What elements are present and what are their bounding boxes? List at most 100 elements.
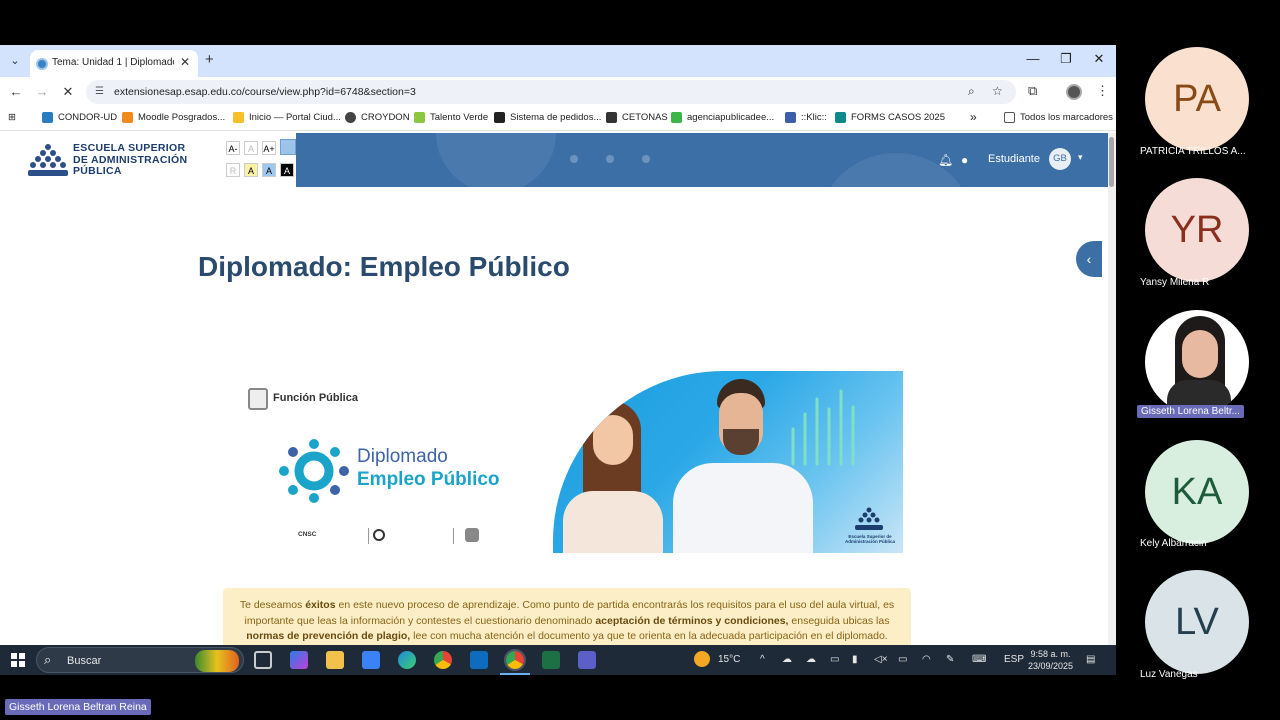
- agency-logo-icon: [373, 529, 385, 541]
- participant-avatar[interactable]: YR: [1145, 178, 1249, 282]
- active-tab[interactable]: Tema: Unidad 1 | Diplomado: E ✕: [30, 50, 198, 77]
- bookmarks-bar: ⊞ CONDOR-UD Moodle Posgrados... Inicio —…: [0, 107, 1116, 131]
- keyboard-icon[interactable]: ⌨: [972, 654, 986, 665]
- apps-icon[interactable]: ⊞: [8, 112, 16, 123]
- store-icon[interactable]: [362, 651, 380, 669]
- weather-icon[interactable]: [694, 651, 710, 667]
- onedrive-business-icon[interactable]: ☁: [806, 654, 816, 665]
- pen-icon[interactable]: ✎: [946, 654, 954, 665]
- window-close-icon[interactable]: ✕: [1089, 51, 1109, 67]
- device-icon[interactable]: ▭: [830, 654, 839, 665]
- more-bookmarks-icon[interactable]: »: [970, 110, 977, 124]
- battery-icon[interactable]: ▭: [898, 654, 907, 665]
- welcome-notice: Te deseamos éxitos en este nuevo proceso…: [223, 588, 911, 645]
- esap-caption: Escuela Superior de Administración Públic…: [845, 534, 896, 544]
- participant-avatar[interactable]: LV: [1145, 570, 1249, 674]
- outlook-icon[interactable]: [470, 651, 488, 669]
- user-avatar[interactable]: GB: [1049, 148, 1071, 170]
- chrome-profile-icon[interactable]: [504, 649, 526, 671]
- bookmark-condor[interactable]: CONDOR-UD: [42, 112, 117, 123]
- search-icon: ⌕: [44, 652, 52, 667]
- coat-of-arms-icon: [248, 388, 268, 410]
- screen: ⌄ Tema: Unidad 1 | Diplomado: E ✕ + — ❐ …: [0, 0, 1280, 720]
- bookmark-croydon[interactable]: CROYDON: [345, 112, 410, 123]
- tab-close-icon[interactable]: ✕: [180, 55, 190, 69]
- onedrive-icon[interactable]: ☁: [782, 654, 792, 665]
- chevron-down-icon[interactable]: ▾: [1078, 152, 1083, 163]
- bookmark-agencia[interactable]: agenciapublicadee...: [671, 112, 774, 123]
- forward-icon[interactable]: →: [34, 84, 50, 99]
- active-app-indicator: [500, 673, 530, 675]
- page-title: Diplomado: Empleo Público: [198, 251, 570, 282]
- copilot-icon[interactable]: [290, 651, 308, 669]
- minimize-icon[interactable]: —: [1023, 51, 1043, 66]
- font-increase-button[interactable]: A+: [262, 141, 276, 155]
- bookmark-pedidos[interactable]: Sistema de pedidos...: [494, 112, 601, 123]
- font-reset-button[interactable]: A: [244, 141, 258, 155]
- bookmark-moodle[interactable]: Moodle Posgrados...: [122, 112, 225, 123]
- back-icon[interactable]: ←: [8, 84, 24, 99]
- menu-icon[interactable]: ⋮: [1096, 83, 1109, 99]
- drawer-toggle-button[interactable]: ‹: [1076, 241, 1102, 277]
- file-explorer-icon[interactable]: [326, 651, 344, 669]
- tab-search-icon[interactable]: ⌄: [6, 52, 24, 70]
- diplomado-logo-icon: [279, 439, 349, 503]
- scroll-thumb[interactable]: [1109, 137, 1114, 187]
- clock[interactable]: 9:58 a. m. 23/09/2025: [1028, 648, 1073, 672]
- bookmark-klic[interactable]: ::Klic::: [785, 112, 827, 123]
- excel-icon[interactable]: [542, 651, 560, 669]
- banner-photo: Escuela Superior de Administración Públic…: [553, 371, 903, 553]
- edge-icon[interactable]: [398, 651, 416, 669]
- teams-icon[interactable]: [578, 651, 596, 669]
- taskbar-search[interactable]: ⌕ Buscar: [36, 647, 244, 673]
- contrast-blue-button[interactable]: A: [262, 163, 276, 177]
- scrollbar[interactable]: [1108, 133, 1116, 645]
- contrast-dark-button[interactable]: A: [280, 163, 294, 177]
- cnsc-logo: CNSC: [298, 531, 317, 538]
- microphone-icon[interactable]: ▮: [852, 654, 858, 665]
- site-info-icon[interactable]: ☰: [95, 86, 104, 97]
- coat-of-arms-icon: [465, 528, 479, 542]
- volume-muted-icon[interactable]: ◁×: [874, 654, 888, 665]
- participant-video[interactable]: [1145, 310, 1249, 414]
- bookmark-star-icon[interactable]: ☆: [992, 84, 1003, 98]
- extensions-icon[interactable]: ⧉: [1028, 83, 1037, 99]
- header-band: [296, 133, 1108, 187]
- bookmark-portal[interactable]: Inicio — Portal Ciud...: [233, 112, 341, 123]
- windows-start-icon[interactable]: [11, 653, 25, 667]
- participant-avatar[interactable]: KA: [1145, 440, 1249, 544]
- globe-icon: [345, 112, 356, 123]
- contrast-reset-button[interactable]: R: [226, 163, 240, 177]
- profile-icon[interactable]: [1066, 84, 1082, 100]
- new-tab-icon[interactable]: +: [205, 51, 214, 68]
- bookmark-cetonas[interactable]: CETONAS: [606, 112, 668, 123]
- bookmark-favicon-icon: [671, 112, 682, 123]
- windows-taskbar: ⌕ Buscar 15°C ^ ☁ ☁ ▭ ▮ ◁× ▭ ◠ ✎ ⌨ ESP 9…: [0, 645, 1116, 675]
- language-indicator[interactable]: ESP: [1004, 654, 1024, 665]
- contrast-yellow-button[interactable]: A: [244, 163, 258, 177]
- address-bar[interactable]: ☰ extensionesap.esap.edu.co/course/view.…: [86, 80, 1016, 104]
- participant-avatar[interactable]: PA: [1145, 47, 1249, 151]
- bookmark-talento[interactable]: Talento Verde: [414, 112, 488, 123]
- search-highlight-icon: [195, 650, 239, 672]
- chrome-icon[interactable]: [434, 651, 452, 669]
- restore-icon[interactable]: ❐: [1056, 51, 1076, 67]
- bookmark-forms[interactable]: FORMS CASOS 2025: [835, 112, 945, 123]
- browser-toolbar: ← → ✕ ☰ extensionesap.esap.edu.co/course…: [0, 77, 1116, 107]
- bookmark-favicon-icon: [414, 112, 425, 123]
- task-view-icon[interactable]: [254, 651, 272, 669]
- wifi-icon[interactable]: ◠: [922, 654, 931, 665]
- accessibility-icon[interactable]: [280, 139, 296, 155]
- stop-loading-icon[interactable]: ✕: [60, 84, 76, 100]
- bookmark-favicon-icon: [42, 112, 53, 123]
- bell-icon[interactable]: 🔔︎: [938, 153, 953, 167]
- notifications-icon[interactable]: ▤: [1086, 654, 1095, 665]
- site-header: ESCUELA SUPERIOR DE ADMINISTRACIÓN PÚBLI…: [0, 133, 1108, 187]
- all-bookmarks-folder[interactable]: Todos los marcadores: [1004, 112, 1113, 123]
- zoom-icon[interactable]: ⌕: [968, 84, 975, 99]
- participant-name: Luz Vanegas: [1140, 669, 1198, 680]
- chevron-up-icon[interactable]: ^: [760, 654, 765, 665]
- active-speaker-label: Gisseth Lorena Beltran Reina: [5, 699, 151, 715]
- chat-icon[interactable]: ●: [961, 153, 968, 167]
- font-decrease-button[interactable]: A-: [226, 141, 240, 155]
